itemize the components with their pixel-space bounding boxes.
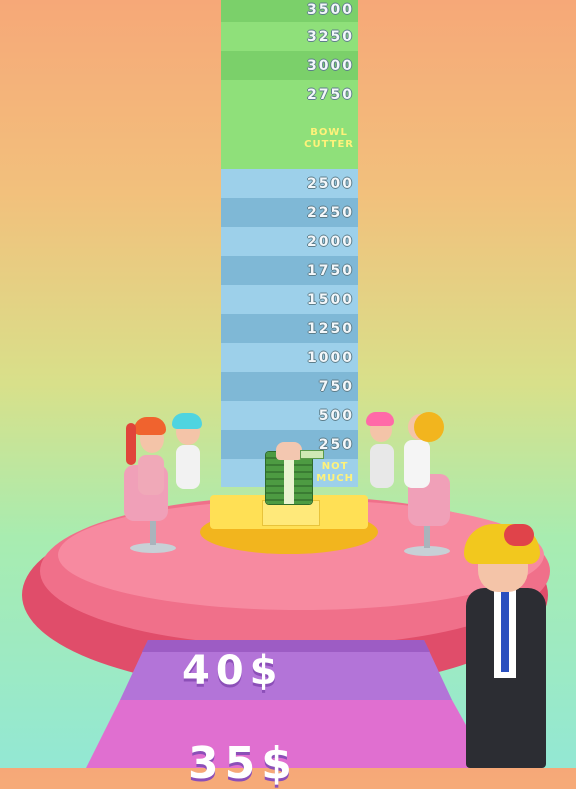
customer-body bbox=[370, 444, 394, 488]
player-character bbox=[460, 524, 550, 768]
game-scene: 3500 3250 3000 2750 BOWL CUTTER 2500 2250 2000 1… bbox=[0, 0, 576, 789]
customer-hair bbox=[172, 413, 202, 429]
customer-group-left bbox=[120, 413, 220, 565]
customer-hair bbox=[134, 417, 166, 435]
bill-tag-icon bbox=[300, 450, 324, 459]
hand-icon bbox=[276, 442, 302, 460]
player-tie bbox=[501, 592, 509, 672]
customer-ponytail bbox=[126, 423, 136, 465]
customer-body bbox=[176, 445, 200, 489]
customer-group-right bbox=[360, 410, 460, 565]
customer-body bbox=[138, 455, 164, 495]
price-label-near: 40$ bbox=[182, 648, 284, 694]
customer-hair bbox=[366, 412, 394, 426]
player-hair-red bbox=[504, 524, 534, 546]
customer-curly-hair bbox=[414, 412, 444, 442]
customer-body bbox=[404, 440, 430, 488]
price-label-far: 35$ bbox=[188, 738, 298, 789]
